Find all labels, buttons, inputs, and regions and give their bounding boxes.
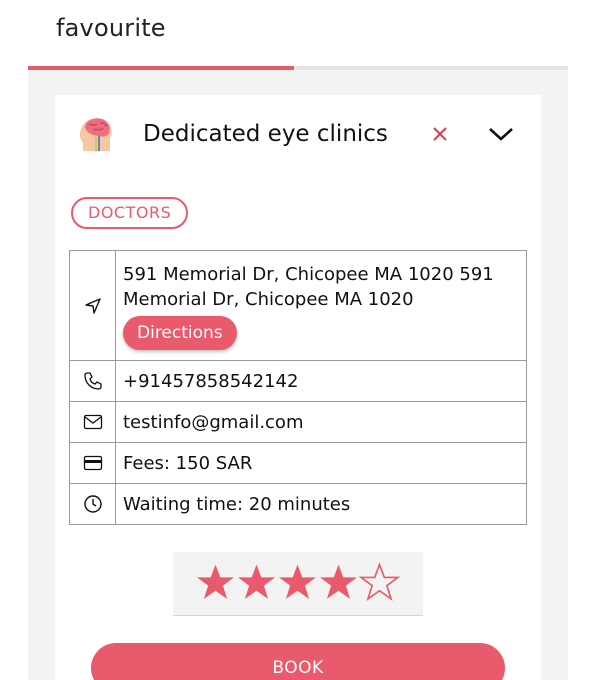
phone-row: +91457858542142 bbox=[69, 360, 527, 402]
fees-row: Fees: 150 SAR bbox=[69, 442, 527, 484]
star-empty-icon[interactable] bbox=[358, 562, 401, 602]
card-title: Dedicated eye clinics bbox=[143, 121, 388, 147]
mail-icon bbox=[70, 414, 115, 430]
remove-favourite-icon[interactable] bbox=[429, 123, 451, 145]
waiting-time-row: Waiting time: 20 minutes bbox=[69, 483, 527, 525]
email-row: testinfo@gmail.com bbox=[69, 401, 527, 443]
card-header[interactable]: Dedicated eye clinics bbox=[55, 95, 541, 175]
favourite-card: Dedicated eye clinics DOCTORS 591 Memori… bbox=[55, 95, 541, 680]
clock-icon bbox=[70, 494, 115, 514]
email-address[interactable]: testinfo@gmail.com bbox=[115, 401, 527, 443]
app-header: favourite bbox=[0, 0, 600, 68]
address-text: 591 Memorial Dr, Chicopee MA 1020 591 Me… bbox=[123, 263, 494, 310]
category-tag: DOCTORS bbox=[71, 197, 189, 229]
brain-head-icon bbox=[75, 113, 117, 155]
rating-widget[interactable] bbox=[173, 552, 423, 616]
book-button[interactable]: BOOK bbox=[91, 643, 505, 680]
star-filled-icon[interactable] bbox=[195, 562, 236, 602]
star-filled-icon[interactable] bbox=[318, 562, 359, 602]
waiting-time-text: Waiting time: 20 minutes bbox=[115, 483, 527, 525]
phone-icon bbox=[70, 371, 115, 391]
star-filled-icon[interactable] bbox=[236, 562, 277, 602]
fees-text: Fees: 150 SAR bbox=[115, 442, 527, 484]
star-filled-icon[interactable] bbox=[277, 562, 318, 602]
chevron-down-icon[interactable] bbox=[487, 123, 515, 145]
address-row: 591 Memorial Dr, Chicopee MA 1020 591 Me… bbox=[69, 250, 527, 361]
navigation-arrow-icon bbox=[70, 296, 115, 316]
info-table: 591 Memorial Dr, Chicopee MA 1020 591 Me… bbox=[69, 250, 527, 525]
rating-stars[interactable] bbox=[195, 562, 401, 602]
phone-number[interactable]: +91457858542142 bbox=[115, 360, 527, 402]
page-title: favourite bbox=[56, 14, 166, 42]
credit-card-icon bbox=[70, 455, 115, 471]
directions-button[interactable]: Directions bbox=[123, 315, 237, 350]
